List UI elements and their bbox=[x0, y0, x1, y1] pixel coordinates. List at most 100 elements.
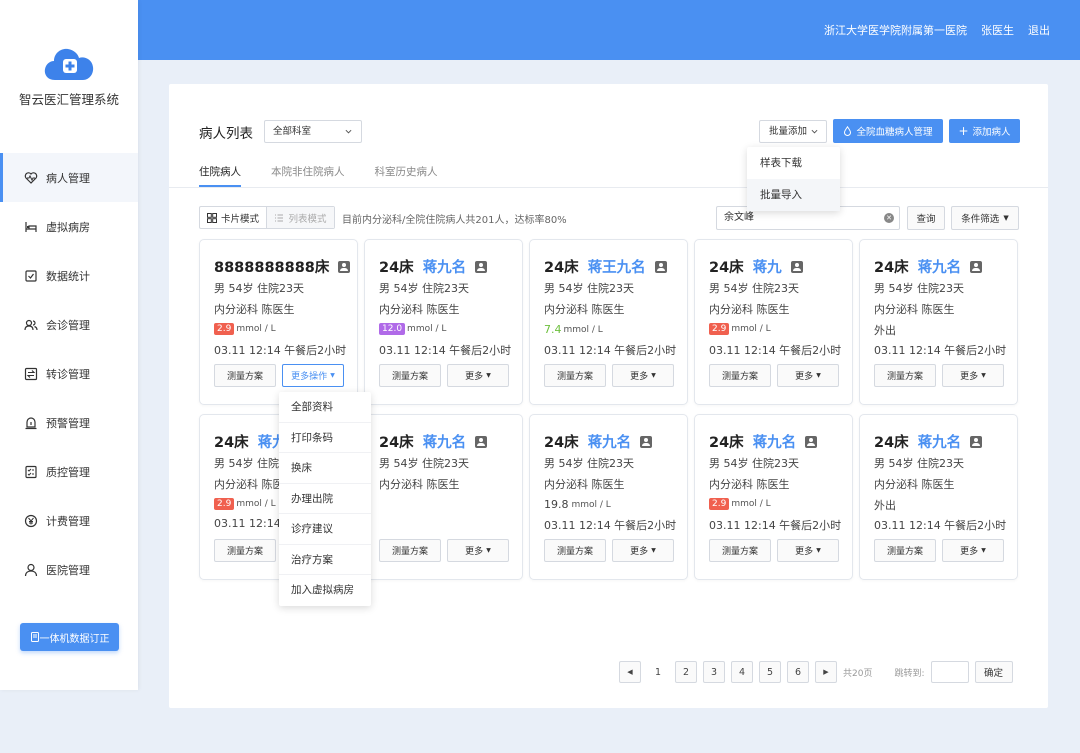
page-2[interactable]: 2 bbox=[675, 661, 697, 683]
sidebar-item-billing[interactable]: 计费管理 bbox=[0, 496, 138, 545]
glucose-management-button[interactable]: 全院血糖病人管理 bbox=[833, 119, 943, 143]
measure-plan-button[interactable]: 测量方案 bbox=[874, 539, 936, 562]
id-card-icon[interactable] bbox=[640, 435, 653, 448]
tab-history[interactable]: 科室历史病人 bbox=[375, 164, 438, 187]
list-mode-button[interactable]: 列表模式 bbox=[267, 207, 334, 228]
sidebar-item-statistics[interactable]: 数据统计 bbox=[0, 251, 138, 300]
goto-confirm-button[interactable]: 确定 bbox=[974, 661, 1013, 683]
sidebar-item-alerts[interactable]: 预警管理 bbox=[0, 398, 138, 447]
more-button[interactable]: 更多 ▼ bbox=[612, 364, 674, 387]
menu-item-batch-import[interactable]: 批量导入 bbox=[747, 179, 840, 211]
patient-name[interactable]: 蒋九名 bbox=[588, 431, 632, 452]
patient-card[interactable]: 24床 蒋九名 男 54岁 住院23天 内分泌科 陈医生 2.9 mmol / L … bbox=[694, 414, 853, 580]
goto-label: 跳转到: bbox=[894, 668, 925, 679]
patient-name[interactable]: 蒋九名 bbox=[918, 256, 962, 277]
app-name: 智云医汇管理系统 bbox=[18, 92, 119, 107]
add-patient-button[interactable]: + 添加病人 bbox=[949, 119, 1020, 143]
measure-plan-button[interactable]: 测量方案 bbox=[874, 364, 936, 387]
prev-page-button[interactable]: ◀ bbox=[619, 661, 641, 683]
id-card-icon[interactable] bbox=[970, 260, 983, 273]
patient-card[interactable]: 24床 蒋九名 男 54岁 住院23天 内分泌科 陈医生 12.0 mmol / L… bbox=[364, 239, 523, 405]
more-actions-button[interactable]: 更多操作 ▼ bbox=[282, 364, 344, 387]
menu-item-print-barcode[interactable]: 打印条码 bbox=[279, 423, 371, 453]
bed-number: 24床 bbox=[709, 435, 744, 451]
page-4[interactable]: 4 bbox=[731, 661, 753, 683]
more-button[interactable]: 更多 ▼ bbox=[942, 364, 1004, 387]
filter-button[interactable]: 条件筛选 ▼ bbox=[951, 206, 1019, 230]
menu-item-discharge[interactable]: 办理出院 bbox=[279, 484, 371, 514]
page-1[interactable]: 1 bbox=[647, 667, 669, 678]
measure-time: 03.11 12:14 午餐后2小时 bbox=[214, 344, 347, 357]
caret-down-icon: ▼ bbox=[486, 547, 491, 554]
caret-down-icon: ▼ bbox=[1003, 214, 1009, 222]
id-card-icon[interactable] bbox=[475, 260, 488, 273]
query-button[interactable]: 查询 bbox=[907, 206, 945, 230]
patient-card[interactable]: 24床 蒋九名 男 54岁 住院23天 内分泌科 陈医生 19.8 mmol / L… bbox=[529, 414, 688, 580]
patient-info: 男 54岁 住院23天 bbox=[379, 282, 469, 295]
plus-icon: + bbox=[958, 124, 969, 138]
id-card-icon[interactable] bbox=[654, 260, 667, 273]
id-card-icon[interactable] bbox=[475, 435, 488, 448]
patient-name[interactable]: 蒋九 bbox=[753, 256, 782, 277]
measure-plan-button[interactable]: 测量方案 bbox=[379, 364, 441, 387]
clear-icon[interactable]: ✕ bbox=[884, 213, 894, 223]
patient-card[interactable]: 24床 蒋九名 男 54岁 住院23天 内分泌科 陈医生 外出 03.11 12:… bbox=[859, 239, 1018, 405]
page-5[interactable]: 5 bbox=[759, 661, 781, 683]
caret-down-icon: ▼ bbox=[816, 547, 821, 554]
menu-item-treatment-plan[interactable]: 治疗方案 bbox=[279, 545, 371, 575]
patient-name[interactable]: 蒋九名 bbox=[918, 431, 962, 452]
more-button[interactable]: 更多 ▼ bbox=[777, 539, 839, 562]
measure-plan-button[interactable]: 测量方案 bbox=[544, 364, 606, 387]
logout-link[interactable]: 退出 bbox=[1028, 22, 1050, 38]
measure-plan-button[interactable]: 测量方案 bbox=[379, 539, 441, 562]
sidebar-item-patients[interactable]: 病人管理 bbox=[0, 153, 138, 202]
menu-item-template-download[interactable]: 样表下载 bbox=[747, 147, 840, 179]
measure-plan-button[interactable]: 测量方案 bbox=[544, 539, 606, 562]
batch-add-button[interactable]: 批量添加 bbox=[759, 120, 827, 143]
sidebar-item-virtual-ward[interactable]: 虚拟病房 bbox=[0, 202, 138, 251]
card-mode-button[interactable]: 卡片模式 bbox=[200, 207, 267, 228]
id-card-icon[interactable] bbox=[970, 435, 983, 448]
data-correction-button[interactable]: 一体机数据订正 bbox=[20, 623, 119, 651]
checklist-icon bbox=[25, 465, 37, 478]
measure-plan-button[interactable]: 测量方案 bbox=[709, 539, 771, 562]
sidebar-item-hospital[interactable]: 医院管理 bbox=[0, 545, 138, 594]
more-button[interactable]: 更多 ▼ bbox=[612, 539, 674, 562]
patient-card[interactable]: 24床 蒋九名 男 54岁 住院23天 内分泌科 陈医生 测量方案 更多 ▼ bbox=[364, 414, 523, 580]
sidebar-item-referral[interactable]: 转诊管理 bbox=[0, 349, 138, 398]
id-card-icon[interactable] bbox=[338, 260, 351, 273]
patient-name[interactable]: 蒋九名 bbox=[753, 431, 797, 452]
id-card-icon[interactable] bbox=[805, 435, 818, 448]
user-name[interactable]: 张医生 bbox=[981, 22, 1014, 38]
menu-item-change-bed[interactable]: 换床 bbox=[279, 453, 371, 484]
more-button[interactable]: 更多 ▼ bbox=[942, 539, 1004, 562]
menu-item-diagnosis-advice[interactable]: 诊疗建议 bbox=[279, 514, 371, 545]
patient-name[interactable]: 蒋九名 bbox=[423, 256, 467, 277]
menu-item-full-record[interactable]: 全部资料 bbox=[279, 392, 371, 423]
patient-card[interactable]: 24床 蒋九 男 54岁 住院23天 内分泌科 陈医生 2.9 mmol / L 0… bbox=[694, 239, 853, 405]
patient-name[interactable]: 蒋王九名 bbox=[588, 256, 646, 277]
add-patient-label: 添加病人 bbox=[972, 127, 1011, 138]
patient-card[interactable]: 24床 蒋王九名 男 54岁 住院23天 内分泌科 陈医生 7.4 mmol / L… bbox=[529, 239, 688, 405]
measure-plan-button[interactable]: 测量方案 bbox=[709, 364, 771, 387]
page-6[interactable]: 6 bbox=[787, 661, 809, 683]
sidebar-item-quality[interactable]: 质控管理 bbox=[0, 447, 138, 496]
menu-item-add-virtual-ward[interactable]: 加入虚拟病房 bbox=[279, 575, 371, 606]
more-button[interactable]: 更多 ▼ bbox=[777, 364, 839, 387]
measure-plan-button[interactable]: 测量方案 bbox=[214, 364, 276, 387]
patient-card[interactable]: 24床 蒋九名 男 54岁 住院23天 内分泌科 陈医生 外出 03.11 12:… bbox=[859, 414, 1018, 580]
tab-inpatient[interactable]: 住院病人 bbox=[199, 164, 241, 187]
sidebar-item-consultation[interactable]: 会诊管理 bbox=[0, 300, 138, 349]
tab-outpatient[interactable]: 本院非住院病人 bbox=[271, 164, 345, 187]
goto-page-input[interactable] bbox=[930, 661, 969, 683]
page-3[interactable]: 3 bbox=[703, 661, 725, 683]
patient-card[interactable]: 8888888888床 男 54岁 住院23天 内分泌科 陈医生 2.9 mmol… bbox=[199, 239, 358, 405]
id-card-icon[interactable] bbox=[790, 260, 803, 273]
more-button[interactable]: 更多 ▼ bbox=[447, 539, 509, 562]
next-page-button[interactable]: ▶ bbox=[815, 661, 837, 683]
department-select[interactable]: 全部科室 bbox=[264, 120, 362, 143]
measure-plan-button[interactable]: 测量方案 bbox=[214, 539, 276, 562]
more-button[interactable]: 更多 ▼ bbox=[447, 364, 509, 387]
users-icon bbox=[24, 319, 38, 330]
patient-name[interactable]: 蒋九名 bbox=[423, 431, 467, 452]
